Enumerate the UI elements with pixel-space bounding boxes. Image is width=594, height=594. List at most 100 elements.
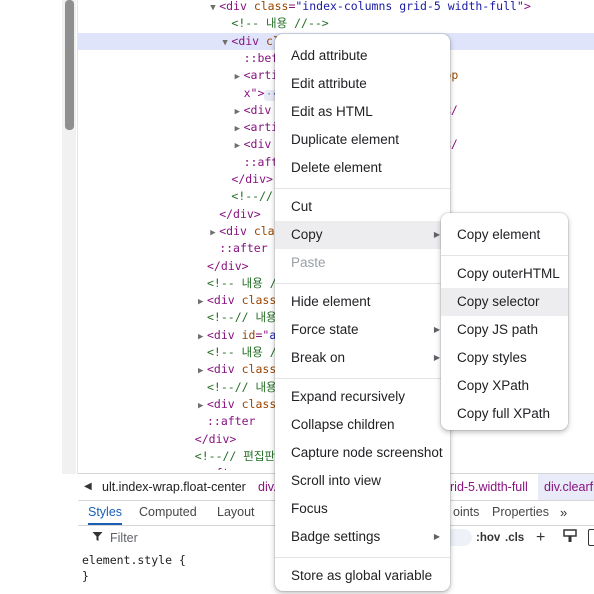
menu-separator	[275, 377, 450, 379]
tab-breakpoints[interactable]: oints	[453, 500, 479, 525]
dom-token: <div	[207, 362, 242, 377]
computed-sidebar-toggle-icon[interactable]	[588, 529, 594, 546]
menu-item-label: Delete element	[291, 160, 382, 175]
menu-item-edit-as-html[interactable]: Edit as HTML	[275, 98, 450, 126]
menu-item-copy[interactable]: Copy ▶	[275, 221, 450, 249]
copy-menu-item-copy-full-xpath[interactable]: Copy full XPath	[441, 400, 568, 428]
menu-item-edit-attribute[interactable]: Edit attribute	[275, 70, 450, 98]
tab-layout[interactable]: Layout	[217, 500, 255, 525]
breadcrumb-item[interactable]: div.	[258, 474, 277, 500]
menu-item-capture-node-screenshot[interactable]: Capture node screenshot	[275, 439, 450, 467]
element-style-close-brace: }	[82, 569, 89, 583]
dom-token: </div>	[207, 258, 249, 273]
menu-item-store-as-global-variable[interactable]: Store as global variable	[275, 562, 450, 590]
menu-item-delete-element[interactable]: Delete element	[275, 154, 450, 182]
tab-computed[interactable]: Computed	[139, 500, 197, 525]
dom-token: <!-- 내용 //-->	[231, 16, 329, 31]
submenu-arrow-icon: ▶	[433, 230, 440, 239]
menu-item-hide-element[interactable]: Hide element	[275, 288, 450, 316]
menu-item-label: Copy	[291, 227, 323, 242]
dom-token: ::after	[207, 414, 256, 429]
dom-token: ::after	[195, 466, 243, 470]
dom-token: <div	[231, 33, 267, 48]
menu-item-label: Copy styles	[457, 350, 527, 365]
menu-item-label: Edit attribute	[291, 76, 367, 91]
submenu-arrow-icon: ▶	[433, 353, 440, 362]
dom-node-line[interactable]: ▼ <div class="index-columns grid-5 width-…	[78, 0, 594, 15]
paint-brush-icon[interactable]	[563, 529, 577, 543]
dom-token: </div>	[194, 431, 237, 446]
menu-separator	[275, 187, 450, 189]
dom-token: <div	[207, 396, 242, 411]
breadcrumb-scroll-left-icon[interactable]: ◀	[84, 478, 100, 496]
menu-item-label: Expand recursively	[291, 389, 406, 404]
menu-item-duplicate-element[interactable]: Duplicate element	[275, 126, 450, 154]
menu-item-label: Scroll into view	[291, 473, 382, 488]
scrollbar-thumb[interactable]	[65, 0, 74, 130]
menu-item-label: Duplicate element	[291, 132, 400, 147]
cls-button[interactable]: .cls	[505, 526, 524, 550]
menu-item-label: Copy JS path	[457, 322, 539, 337]
menu-item-focus[interactable]: Focus	[275, 495, 450, 523]
menu-item-label: Force state	[291, 322, 359, 337]
dom-token: ::after	[219, 241, 268, 256]
copy-submenu: Copy element Copy outerHTML Copy selector C…	[441, 213, 568, 430]
element-style-selector[interactable]: element.style {	[82, 552, 186, 568]
menu-item-label: Copy element	[457, 227, 541, 242]
dom-token: </div>	[231, 172, 273, 186]
dom-token: <div	[207, 327, 242, 342]
menu-item-label: Break on	[291, 350, 346, 365]
dom-token: <div	[207, 293, 242, 308]
dom-token: class	[253, 0, 289, 13]
copy-menu-item-copy-xpath[interactable]: Copy XPath	[441, 372, 568, 400]
menu-item-label: Copy outerHTML	[457, 266, 560, 281]
dom-token: class	[241, 396, 277, 411]
menu-item-expand-recursively[interactable]: Expand recursively	[275, 383, 450, 411]
menu-item-paste: Paste	[275, 249, 450, 277]
menu-item-label: Hide element	[291, 294, 371, 309]
filter-icon	[92, 532, 103, 541]
menu-item-label: Focus	[291, 501, 328, 516]
menu-item-label: Edit as HTML	[291, 104, 373, 119]
menu-item-label: Cut	[291, 199, 313, 214]
menu-separator	[441, 254, 568, 256]
menu-item-label: Copy selector	[457, 294, 540, 309]
menu-item-label: Collapse children	[291, 417, 395, 432]
menu-item-badge-settings[interactable]: Badge settings ▶	[275, 523, 450, 551]
menu-item-force-state[interactable]: Force state ▶	[275, 316, 450, 344]
copy-menu-item-copy-element[interactable]: Copy element	[441, 221, 568, 249]
dom-token: <div	[219, 0, 254, 13]
dom-node-line[interactable]: <!-- 내용 //-->	[78, 15, 594, 32]
menu-item-break-on[interactable]: Break on ▶	[275, 344, 450, 372]
dom-token: class	[241, 293, 277, 308]
menu-item-add-attribute[interactable]: Add attribute	[275, 42, 450, 70]
dom-token: id	[241, 327, 256, 342]
menu-item-label: Copy full XPath	[457, 406, 551, 421]
tab-properties[interactable]: Properties	[492, 500, 549, 525]
new-style-rule-button[interactable]: +	[536, 526, 545, 550]
menu-item-cut[interactable]: Cut	[275, 193, 450, 221]
menu-item-label: Paste	[291, 255, 326, 270]
copy-menu-item-copy-styles[interactable]: Copy styles	[441, 344, 568, 372]
menu-item-label: Add attribute	[291, 48, 368, 63]
breadcrumb-item[interactable]: rid-5.width-full	[450, 474, 528, 500]
breadcrumb-item-current[interactable]: div.clearfi	[538, 474, 594, 500]
dom-token: >	[523, 0, 531, 13]
menu-item-label: Capture node screenshot	[291, 445, 443, 460]
dom-token: class	[241, 362, 277, 377]
context-menu: Add attribute Edit attribute Edit as HTML D…	[275, 34, 450, 591]
dom-token: <div	[219, 223, 254, 238]
menu-item-label: Badge settings	[291, 529, 381, 544]
dom-token: x">	[243, 85, 265, 100]
copy-menu-item-copy-outerhtml[interactable]: Copy outerHTML	[441, 260, 568, 288]
copy-menu-item-copy-js-path[interactable]: Copy JS path	[441, 316, 568, 344]
tab-styles[interactable]: Styles	[88, 500, 123, 525]
menu-item-collapse-children[interactable]: Collapse children	[275, 411, 450, 439]
submenu-arrow-icon: ▶	[433, 325, 440, 334]
menu-item-scroll-into-view[interactable]: Scroll into view	[275, 467, 450, 495]
breadcrumb-item[interactable]: ult.index-wrap.float-center	[102, 474, 246, 500]
dom-token: ="	[255, 327, 270, 342]
hov-button[interactable]: :hov	[476, 526, 500, 550]
copy-menu-item-copy-selector[interactable]: Copy selector	[441, 288, 568, 316]
more-tabs-icon[interactable]: »	[560, 500, 567, 525]
